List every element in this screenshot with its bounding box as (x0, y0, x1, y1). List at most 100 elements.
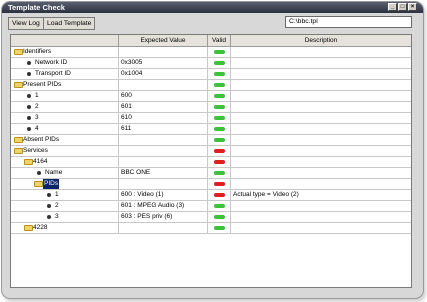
folder-icon (34, 181, 43, 187)
valid-status-icon (214, 116, 225, 120)
valid-cell (208, 113, 231, 123)
valid-status-icon (214, 226, 225, 230)
description-cell: Actual type = Video (2) (233, 191, 299, 198)
tree-cell[interactable]: Identifiers (11, 47, 119, 57)
tree-item-label: 2 (55, 202, 59, 209)
table-row[interactable]: 3 603 : PES priv (6) (11, 212, 411, 223)
tree-cell[interactable]: 1 (11, 91, 119, 101)
tree-cell[interactable]: Transport ID (11, 69, 119, 79)
bullet-icon (27, 105, 31, 109)
table-row[interactable]: 2 601 (11, 102, 411, 113)
expected-value-cell: 601 : MPEG Audio (3) (119, 201, 208, 211)
tree-item-label: 4164 (33, 158, 48, 165)
expected-value-cell: 603 : PES priv (6) (119, 212, 208, 222)
close-icon[interactable]: × (408, 3, 417, 11)
folder-icon (14, 137, 23, 143)
valid-cell (208, 190, 231, 200)
bullet-icon (27, 127, 31, 131)
description-cell (231, 157, 411, 167)
valid-cell (208, 223, 231, 233)
table-row[interactable]: 4164 (11, 157, 411, 168)
expected-value-cell (119, 47, 208, 57)
template-path-field[interactable]: C:\bbc.tpl (285, 16, 412, 28)
tree-item-label: Absent PIDs (23, 136, 60, 143)
description-cell (231, 135, 411, 145)
expected-value-cell: 601 (119, 102, 208, 112)
maximize-icon[interactable]: □ (398, 3, 407, 11)
tree-cell[interactable]: Network ID (11, 58, 119, 68)
grid-body: Identifiers Network ID 0x3005 Transport ID 0… (11, 47, 411, 234)
expected-value-cell: 600 (119, 91, 208, 101)
tree-item-label: Services (23, 147, 48, 154)
load-template-button[interactable]: Load Template (43, 17, 96, 30)
invalid-status-icon (214, 160, 225, 164)
tree-cell[interactable]: Absent PIDs (11, 135, 119, 145)
valid-status-icon (214, 204, 225, 208)
table-row[interactable]: 1 600 : Video (1) Actual type = Video (2) (11, 190, 411, 201)
folder-icon (14, 148, 23, 154)
tree-cell[interactable]: 4 (11, 124, 119, 134)
minimize-icon[interactable]: _ (388, 3, 397, 11)
grid-header: Expected Value Valid Description (11, 35, 411, 47)
results-grid[interactable]: Expected Value Valid Description Identif… (10, 34, 412, 288)
expected-value-cell (119, 179, 208, 189)
tree-cell[interactable]: 4228 (11, 223, 119, 233)
expected-value-cell (119, 135, 208, 145)
valid-status-icon (214, 215, 225, 219)
tree-item-label: 4 (35, 125, 39, 132)
tree-cell[interactable]: 2 (11, 201, 119, 211)
description-cell (231, 146, 411, 156)
view-log-button[interactable]: View Log (8, 17, 44, 30)
bullet-icon (27, 61, 31, 65)
description-cell (231, 69, 411, 79)
window-title: Template Check (8, 3, 65, 12)
table-row[interactable]: Absent PIDs (11, 135, 411, 146)
invalid-status-icon (214, 193, 225, 197)
column-header-description[interactable]: Description (231, 35, 411, 46)
valid-cell (208, 201, 231, 211)
description-cell (231, 124, 411, 134)
column-header-valid[interactable]: Valid (208, 35, 231, 46)
valid-status-icon (214, 105, 225, 109)
tree-item-label: 3 (35, 114, 39, 121)
tree-cell[interactable]: 1 (11, 190, 119, 200)
table-row[interactable]: 2 601 : MPEG Audio (3) (11, 201, 411, 212)
table-row[interactable]: Name BBC ONE (11, 168, 411, 179)
table-row[interactable]: Transport ID 0x1004 (11, 69, 411, 80)
expected-value-cell: 610 (119, 113, 208, 123)
bullet-icon (27, 94, 31, 98)
table-row[interactable]: 4228 (11, 223, 411, 234)
valid-cell (208, 135, 231, 145)
tree-cell[interactable]: 3 (11, 113, 119, 123)
column-header-expected-value[interactable]: Expected Value (119, 35, 208, 46)
tree-cell[interactable]: 3 (11, 212, 119, 222)
bullet-icon (47, 193, 51, 197)
folder-icon (24, 225, 33, 231)
valid-status-icon (214, 171, 225, 175)
table-row[interactable]: Network ID 0x3005 (11, 58, 411, 69)
tree-cell[interactable]: Services (11, 146, 119, 156)
table-row[interactable]: Present PIDs (11, 80, 411, 91)
expected-value-cell: BBC ONE (119, 168, 208, 178)
expected-value-cell (119, 80, 208, 90)
tree-item-label: Identifiers (23, 48, 52, 55)
table-row[interactable]: Identifiers (11, 47, 411, 58)
table-row[interactable]: Services (11, 146, 411, 157)
expected-value-cell: 0x1004 (119, 69, 208, 79)
table-row[interactable]: 4 611 (11, 124, 411, 135)
tree-cell[interactable]: 4164 (11, 157, 119, 167)
expected-value-cell (119, 146, 208, 156)
table-row[interactable]: PIDs (11, 179, 411, 190)
tree-cell[interactable]: Present PIDs (11, 80, 119, 90)
tree-item-label: Name (45, 169, 63, 176)
description-cell (231, 212, 411, 222)
tree-cell[interactable]: 2 (11, 102, 119, 112)
table-row[interactable]: 1 600 (11, 91, 411, 102)
tree-cell[interactable]: PIDs (11, 179, 119, 189)
bullet-icon (47, 204, 51, 208)
tree-item-label: 3 (55, 213, 59, 220)
valid-cell (208, 69, 231, 79)
tree-cell[interactable]: Name (11, 168, 119, 178)
column-header-name[interactable] (11, 35, 119, 46)
table-row[interactable]: 3 610 (11, 113, 411, 124)
